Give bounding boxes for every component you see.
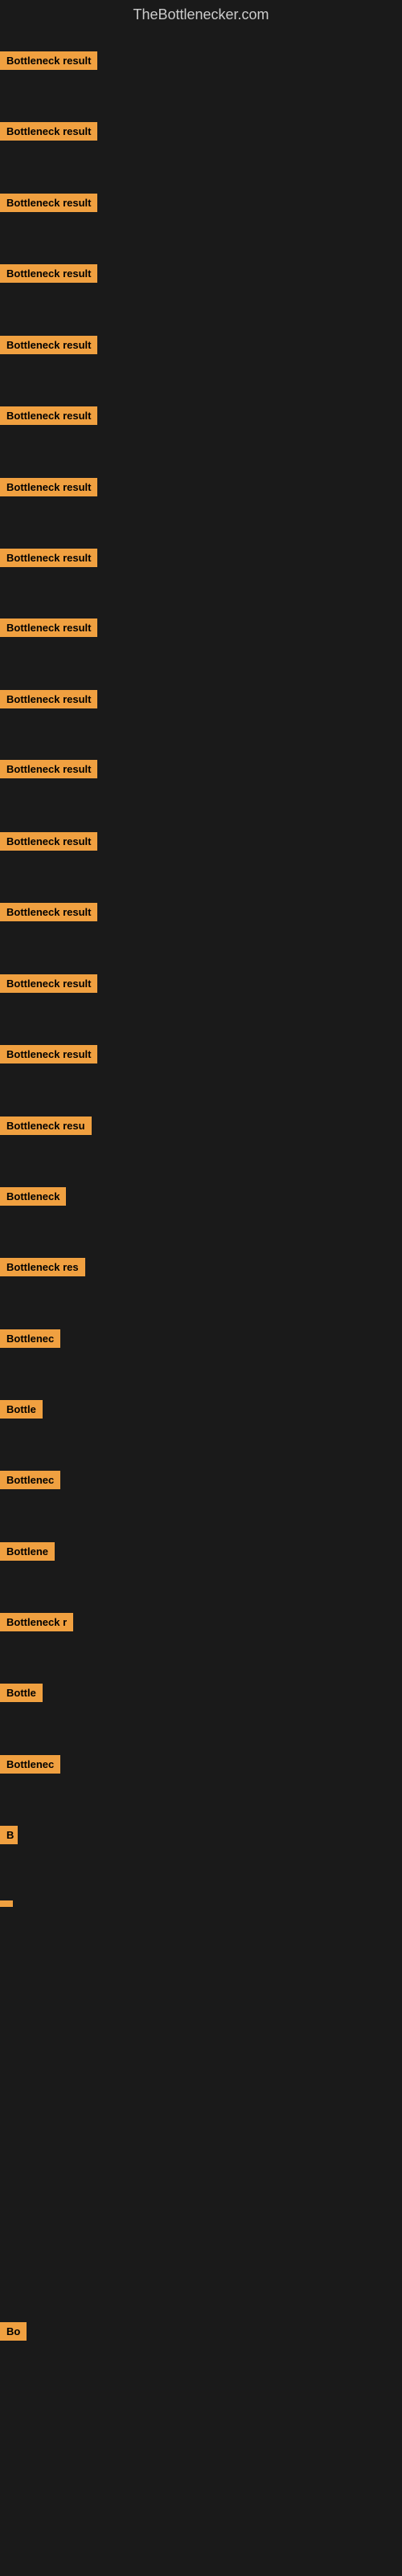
badge-label: B	[0, 1826, 18, 1844]
badge-label: Bottleneck result	[0, 406, 97, 425]
bottleneck-result-badge: Bottleneck result	[0, 903, 97, 925]
badge-label: Bottleneck result	[0, 122, 97, 141]
bottleneck-result-badge: Bottleneck res	[0, 1258, 85, 1280]
bottleneck-result-badge: Bottleneck result	[0, 618, 97, 641]
badge-label: Bottleneck result	[0, 51, 97, 70]
bottleneck-result-badge: Bottleneck result	[0, 760, 97, 782]
bottleneck-result-badge: Bottleneck result	[0, 336, 97, 358]
badge-label: Bottleneck result	[0, 832, 97, 851]
badge-label: Bottleneck result	[0, 194, 97, 212]
bottleneck-result-badge: Bottlenec	[0, 1471, 60, 1493]
badge-label: Bottleneck result	[0, 974, 97, 993]
bottleneck-result-badge: Bottle	[0, 1684, 43, 1706]
bottleneck-result-badge: Bottlenec	[0, 1755, 60, 1778]
bottleneck-result-badge: Bottlenec	[0, 1329, 60, 1352]
badge-label: Bottleneck result	[0, 760, 97, 778]
badge-label: Bottlene	[0, 1542, 55, 1561]
badge-label: Bottleneck result	[0, 264, 97, 283]
badge-label: Bottlenec	[0, 1755, 60, 1774]
badge-label: Bottlenec	[0, 1471, 60, 1489]
bottleneck-result-badge: Bottleneck result	[0, 478, 97, 500]
badge-label: Bottle	[0, 1684, 43, 1702]
bottleneck-result-badge: Bottlene	[0, 1542, 55, 1565]
badge-label: Bottleneck result	[0, 478, 97, 496]
bottleneck-result-badge: Bottleneck resu	[0, 1117, 92, 1139]
badge-label: Bottleneck res	[0, 1258, 85, 1276]
bottleneck-result-badge: Bottleneck result	[0, 264, 97, 287]
bottleneck-result-badge: Bo	[0, 2322, 27, 2345]
bottleneck-result-badge: Bottleneck result	[0, 122, 97, 145]
bottleneck-result-badge: Bottleneck result	[0, 974, 97, 997]
bottleneck-result-badge: Bottleneck result	[0, 549, 97, 571]
bottleneck-result-badge	[0, 1896, 13, 1911]
bottleneck-result-badge: Bottleneck	[0, 1187, 66, 1210]
badge-label: Bottleneck result	[0, 549, 97, 567]
badge-label: Bottleneck result	[0, 903, 97, 921]
badge-label: Bottleneck	[0, 1187, 66, 1206]
site-title: TheBottlenecker.com	[0, 0, 402, 30]
badge-label	[0, 1900, 13, 1907]
badge-label: Bottleneck result	[0, 336, 97, 354]
badge-label: Bottlenec	[0, 1329, 60, 1348]
bottleneck-result-badge: Bottleneck result	[0, 832, 97, 855]
bottleneck-result-badge: Bottleneck r	[0, 1613, 73, 1635]
badge-label: Bottleneck result	[0, 690, 97, 708]
badge-label: Bottleneck r	[0, 1613, 73, 1631]
badge-label: Bo	[0, 2322, 27, 2341]
bottleneck-result-badge: Bottleneck result	[0, 406, 97, 429]
bottleneck-result-badge: Bottleneck result	[0, 194, 97, 216]
badge-label: Bottleneck resu	[0, 1117, 92, 1135]
badge-label: Bottleneck result	[0, 1045, 97, 1063]
bottleneck-result-badge: Bottleneck result	[0, 1045, 97, 1068]
bottleneck-result-badge: Bottleneck result	[0, 690, 97, 712]
badge-label: Bottleneck result	[0, 618, 97, 637]
bottleneck-result-badge: Bottle	[0, 1400, 43, 1423]
bottleneck-result-badge: Bottleneck result	[0, 51, 97, 74]
badge-label: Bottle	[0, 1400, 43, 1419]
bottleneck-result-badge: B	[0, 1826, 18, 1848]
